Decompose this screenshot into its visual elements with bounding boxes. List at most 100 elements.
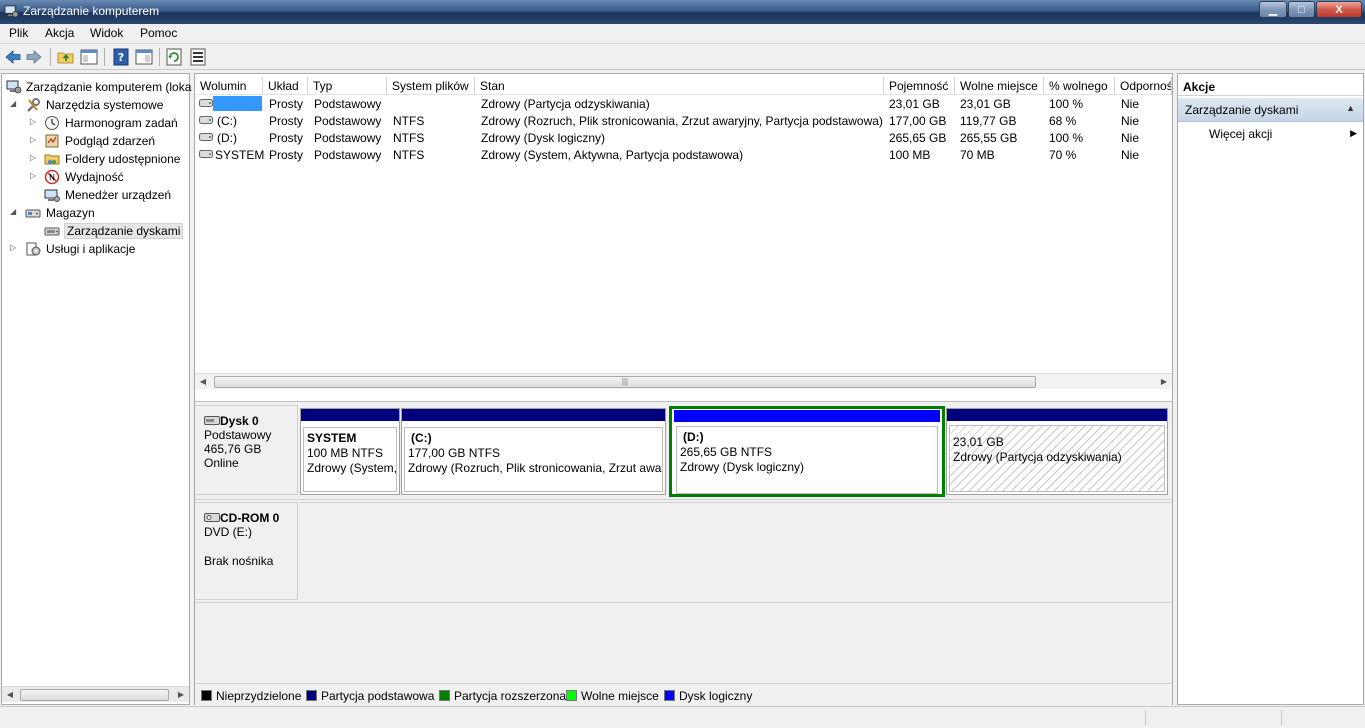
cell-fault-tolerance: Nie [1121, 148, 1140, 162]
column-free-space[interactable]: Wolne miejsce [955, 77, 1044, 95]
expand-arrow-icon[interactable]: ▷ [30, 172, 38, 180]
tree-root[interactable]: Zarządzanie komputerem (loka [4, 78, 191, 96]
drive-icon [199, 150, 213, 158]
primary-partition-bar [947, 409, 1167, 421]
properties-icon[interactable] [135, 48, 153, 66]
column-status[interactable]: Stan [475, 77, 884, 95]
column-fault-tolerance[interactable]: Odpornoś [1115, 77, 1172, 95]
partition-system[interactable]: SYSTEM 100 MB NTFS Zdrowy (System, Aktyw… [300, 408, 400, 495]
scroll-thumb[interactable] [20, 689, 169, 701]
collapse-section-icon[interactable]: ▲ [1346, 103, 1355, 113]
menu-file[interactable]: Plik [9, 26, 28, 40]
column-percent-free[interactable]: % wolnego [1044, 77, 1115, 95]
volume-name-selected[interactable] [213, 96, 262, 111]
partition-c[interactable]: (C:) 177,00 GB NTFS Zdrowy (Rozruch, Pli… [401, 408, 666, 495]
tree-item-event-viewer[interactable]: ▷ Podgląd zdarzeń [4, 132, 189, 150]
svg-text:N: N [49, 173, 55, 182]
expand-arrow-icon[interactable]: ▷ [10, 244, 18, 252]
actions-section-header[interactable]: Zarządzanie dyskami ▲ [1178, 98, 1363, 122]
performance-icon: N [44, 169, 60, 185]
menu-view[interactable]: Widok [90, 26, 123, 40]
partition-recovery[interactable]: 23,01 GB Zdrowy (Partycja odzyskiwania) [946, 408, 1168, 495]
legend-primary-partition: Partycja podstawowa [306, 689, 434, 703]
cell-fs: NTFS [393, 148, 425, 162]
tree-item-task-scheduler[interactable]: ▷ Harmonogram zadań [4, 114, 189, 132]
tree-horizontal-scrollbar[interactable]: ◀ ▶ [2, 686, 189, 702]
drive-icon [199, 99, 213, 107]
cell-volume: (D:) [217, 131, 237, 145]
scroll-left-arrow-icon[interactable]: ◀ [195, 374, 211, 390]
help-icon[interactable]: ? [112, 48, 130, 66]
extended-partition[interactable]: (D:) 265,65 GB NTFS Zdrowy (Dysk logiczn… [669, 406, 945, 497]
partition-status: Zdrowy (Partycja odzyskiwania) [953, 450, 1122, 464]
toolbar-separator [159, 48, 160, 66]
scroll-right-arrow-icon[interactable]: ▶ [173, 687, 189, 703]
back-icon[interactable] [4, 48, 22, 66]
cell-percent: 100 % [1049, 97, 1084, 111]
tree-item-label: Narzędzia systemowe [46, 98, 164, 112]
partition-status: Zdrowy (System, Aktywna, Partycja podsta… [307, 461, 397, 475]
partition-body: 23,01 GB Zdrowy (Partycja odzyskiwania) [949, 425, 1165, 492]
collapse-arrow-icon[interactable]: ◢ [10, 208, 18, 216]
computer-management-icon [4, 5, 19, 18]
drive-icon [199, 133, 213, 141]
column-type[interactable]: Typ [308, 77, 387, 95]
volume-row[interactable]: SYSTEM Prosty Podstawowy NTFS Zdrowy (Sy… [195, 146, 1172, 163]
status-divider [1281, 710, 1282, 726]
expand-arrow-icon[interactable]: ▷ [30, 154, 38, 162]
column-layout[interactable]: Układ [263, 77, 308, 95]
collapse-arrow-icon[interactable]: ◢ [10, 100, 18, 108]
expand-arrow-icon[interactable]: ▷ [30, 118, 38, 126]
disk-name: Dysk 0 [220, 414, 259, 428]
menu-action[interactable]: Akcja [45, 26, 74, 40]
volume-row[interactable]: (C:) Prosty Podstawowy NTFS Zdrowy (Rozr… [195, 112, 1172, 129]
more-actions-item[interactable]: Więcej akcji ▶ [1178, 125, 1363, 143]
partition-body: (C:) 177,00 GB NTFS Zdrowy (Rozruch, Pli… [404, 427, 663, 492]
scroll-thumb[interactable]: ||| [214, 376, 1036, 388]
export-icon[interactable] [189, 48, 207, 66]
tree-item-device-manager[interactable]: Menedżer urządzeń [4, 186, 189, 204]
cdrom-0-info[interactable]: CD-ROM 0 DVD (E:) Brak nośnika [195, 502, 298, 600]
scroll-right-arrow-icon[interactable]: ▶ [1156, 374, 1172, 390]
expand-arrow-icon[interactable]: ▷ [30, 136, 38, 144]
cell-percent: 68 % [1049, 114, 1077, 128]
tree-item-services-apps[interactable]: ▷ Usługi i aplikacje [4, 240, 189, 258]
partition-size: 23,01 GB [953, 435, 1004, 449]
actions-header: Akcje [1178, 77, 1363, 96]
tree-item-label: Wydajność [65, 170, 124, 184]
column-capacity[interactable]: Pojemność [884, 77, 955, 95]
tree-item-system-tools[interactable]: ◢ Narzędzia systemowe [4, 96, 189, 114]
console-tree-icon[interactable] [80, 48, 98, 66]
disk-0-info[interactable]: Dysk 0 Podstawowy 465,76 GB Online [195, 405, 298, 495]
menu-help[interactable]: Pomoc [140, 26, 177, 40]
column-volume[interactable]: Wolumin [195, 77, 263, 95]
maximize-button[interactable]: □ [1288, 1, 1315, 18]
up-folder-icon[interactable] [57, 48, 75, 66]
event-viewer-icon [45, 134, 59, 148]
disk-management-icon [44, 227, 60, 236]
tree-item-storage[interactable]: ◢ Magazyn [4, 204, 189, 222]
cell-layout: Prosty [269, 148, 304, 162]
graphical-disk-view: Dysk 0 Podstawowy 465,76 GB Online SYSTE… [195, 401, 1172, 683]
partition-size: 177,00 GB NTFS [408, 446, 501, 460]
cell-capacity: 23,01 GB [889, 97, 940, 111]
partition-d[interactable]: (D:) 265,65 GB NTFS Zdrowy (Dysk logiczn… [676, 426, 938, 494]
refresh-icon[interactable] [165, 48, 183, 66]
cell-fs: NTFS [393, 131, 425, 145]
volume-row[interactable]: (D:) Prosty Podstawowy NTFS Zdrowy (Dysk… [195, 129, 1172, 146]
tree-item-label: Usługi i aplikacje [46, 242, 136, 256]
close-button[interactable]: X [1316, 1, 1362, 18]
forward-icon[interactable] [25, 48, 43, 66]
tree-item-disk-management[interactable]: Zarządzanie dyskami [4, 222, 189, 240]
column-file-system[interactable]: System plików [387, 77, 475, 95]
cell-free: 70 MB [960, 148, 995, 162]
tree-item-shared-folders[interactable]: ▷ Foldery udostępnione [4, 150, 189, 168]
volume-list-horizontal-scrollbar[interactable]: ◀ ||| ▶ [195, 373, 1172, 389]
minimize-button[interactable]: ▁ [1259, 1, 1287, 18]
volume-row[interactable]: Prosty Podstawowy Zdrowy (Partycja odzys… [195, 95, 1172, 112]
scroll-left-arrow-icon[interactable]: ◀ [2, 687, 18, 703]
tree-item-performance[interactable]: ▷ N Wydajność [4, 168, 189, 186]
disk-state: Brak nośnika [204, 554, 274, 568]
device-manager-icon [44, 189, 60, 202]
title-bar[interactable]: Zarządzanie komputerem ▁ □ X [0, 0, 1365, 24]
